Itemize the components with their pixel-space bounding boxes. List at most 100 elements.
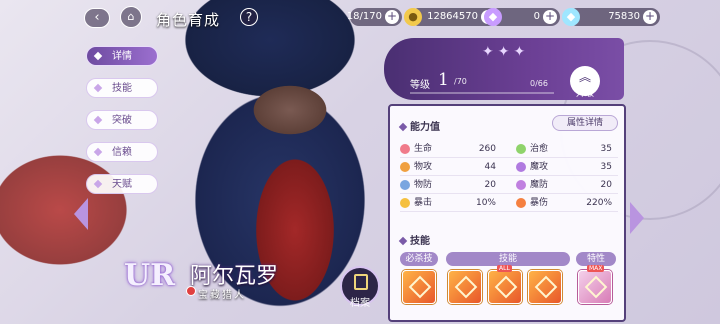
ultimate-header: 必杀技 xyxy=(400,252,438,266)
max-badge: MAX xyxy=(587,265,605,272)
diamond-icon: ◆ xyxy=(562,8,580,26)
stat-name: 物防 xyxy=(414,180,433,190)
stat-name: 生命 xyxy=(414,144,433,154)
stat-name: 暴伤 xyxy=(530,198,549,208)
upgrade-label: 升级 xyxy=(575,89,594,99)
skill-glyph-icon xyxy=(584,275,608,299)
add-diamond-button[interactable]: + xyxy=(643,10,657,24)
stat-row: 物攻 44 魔攻 35 xyxy=(400,158,618,176)
stat-row: 生命 260 治愈 35 xyxy=(400,140,618,158)
purple-gem-value: 0 xyxy=(533,11,540,22)
stat-value: 10% xyxy=(475,198,496,208)
crit-damage-icon xyxy=(516,198,526,208)
stats-section-title: 能力值 xyxy=(398,118,440,133)
gold-value: 12864570 xyxy=(427,11,478,22)
stat-name: 治愈 xyxy=(530,144,549,154)
next-character-arrow-icon[interactable] xyxy=(630,202,644,234)
nav-label: 天赋 xyxy=(112,179,132,190)
stat-name: 魔攻 xyxy=(530,162,549,172)
trait-header: 特性 xyxy=(576,252,616,266)
character-title: 宝藏猎人 xyxy=(198,290,246,301)
skill-glyph-icon xyxy=(534,275,558,299)
stat-value: 20 xyxy=(600,180,612,190)
nav-breakthrough[interactable]: 突破 xyxy=(86,110,158,130)
back-button[interactable]: ‹ xyxy=(84,8,110,28)
stats-panel: 能力值 属性详情 生命 260 治愈 35 物攻 44 魔攻 35 物防 20 魔防 20 … xyxy=(388,104,626,322)
attribute-details-button[interactable]: 属性详情 xyxy=(552,115,618,131)
skill-header: 技能 xyxy=(446,252,570,266)
resource-purple-gem[interactable]: ◆ 0 + xyxy=(484,8,560,26)
add-purple-gem-button[interactable]: + xyxy=(543,10,557,24)
skill-2-icon[interactable]: ALL xyxy=(488,265,522,304)
chevron-up-icon: ︽ xyxy=(578,70,591,84)
all-badge: ALL xyxy=(497,265,512,272)
heart-icon xyxy=(400,144,410,154)
gold-coin-icon: ● xyxy=(404,8,422,26)
home-icon: ⌂ xyxy=(127,10,135,23)
nav-diamond-icon xyxy=(93,51,103,61)
stat-value: 260 xyxy=(478,144,496,154)
nav-diamond-icon xyxy=(93,147,103,157)
stat-grid: 生命 260 治愈 35 物攻 44 魔攻 35 物防 20 魔防 20 暴击 10% 暴伤 2… xyxy=(400,140,618,212)
shield-icon xyxy=(400,180,410,190)
level-label: 等级 xyxy=(410,80,430,91)
nav-trust[interactable]: 信赖 xyxy=(86,142,158,162)
stat-value: 35 xyxy=(600,144,612,154)
book-icon xyxy=(354,274,368,290)
stat-magic-attack: 魔攻 35 xyxy=(516,160,616,174)
stat-name: 魔防 xyxy=(530,180,549,190)
purple-gem-icon: ◆ xyxy=(484,8,502,26)
stat-value: 20 xyxy=(484,180,496,190)
stat-physical-defense: 物防 20 xyxy=(400,178,500,192)
skills-title-text: 技能 xyxy=(410,236,430,247)
nav-label: 突破 xyxy=(112,115,132,126)
stats-title-text: 能力值 xyxy=(410,122,440,133)
stat-value: 44 xyxy=(484,162,496,172)
nav-details[interactable]: 详情 xyxy=(86,46,158,66)
nav-label: 详情 xyxy=(112,51,132,62)
help-button[interactable]: ? xyxy=(240,8,258,26)
stat-crit: 暴击 10% xyxy=(400,196,500,210)
exp-value: 0/66 xyxy=(530,79,548,88)
ultimate-skill-icon[interactable] xyxy=(402,270,436,304)
resource-stamina[interactable]: 18/170 + xyxy=(346,8,402,26)
skill-glyph-icon xyxy=(454,275,478,299)
skill-1-icon[interactable] xyxy=(448,270,482,304)
nav-label: 技能 xyxy=(112,83,132,94)
stat-magic-defense: 魔防 20 xyxy=(516,178,616,192)
skill-3-icon[interactable] xyxy=(528,270,562,304)
nav-diamond-icon xyxy=(93,179,103,189)
stat-heal: 治愈 35 xyxy=(516,142,616,156)
trait-skill-icon[interactable]: MAX xyxy=(578,265,612,304)
stat-hp: 生命 260 xyxy=(400,142,500,156)
back-arrow-icon: ‹ xyxy=(94,10,100,25)
level-panel: ✦✦✦ 等级 1 /70 0/66 ︽ 升级 xyxy=(384,38,624,100)
exp-bar xyxy=(410,92,554,94)
nav-skills[interactable]: 技能 xyxy=(86,78,158,98)
resource-diamond[interactable]: ◆ 75830 + xyxy=(562,8,660,26)
page-title: 角色育成 xyxy=(156,11,221,29)
sword-icon xyxy=(400,162,410,172)
stat-physical-attack: 物攻 44 xyxy=(400,160,500,174)
previous-character-arrow-icon[interactable] xyxy=(74,198,88,230)
stat-value: 220% xyxy=(586,198,612,208)
nav-diamond-icon xyxy=(93,83,103,93)
magic-shield-icon xyxy=(516,180,526,190)
skill-glyph-icon xyxy=(494,275,518,299)
magic-icon xyxy=(516,162,526,172)
section-diamond-icon xyxy=(398,122,408,132)
diamond-value: 75830 xyxy=(608,11,640,22)
add-stamina-button[interactable]: + xyxy=(385,10,399,24)
star-decoration-icon: ✦✦✦ xyxy=(482,44,530,60)
stamina-value: 18/170 xyxy=(346,11,382,22)
nav-talent[interactable]: 天赋 xyxy=(86,174,158,194)
skill-glyph-icon xyxy=(408,275,432,299)
heal-icon xyxy=(516,144,526,154)
archive-button[interactable]: 档案 xyxy=(340,266,380,309)
stat-row: 暴击 10% 暴伤 220% xyxy=(400,194,618,212)
level-max: /70 xyxy=(454,77,467,86)
level-value: 1 xyxy=(438,70,449,90)
nav-diamond-icon xyxy=(93,115,103,125)
stat-row: 物防 20 魔防 20 xyxy=(400,176,618,194)
home-button[interactable]: ⌂ xyxy=(120,6,142,28)
